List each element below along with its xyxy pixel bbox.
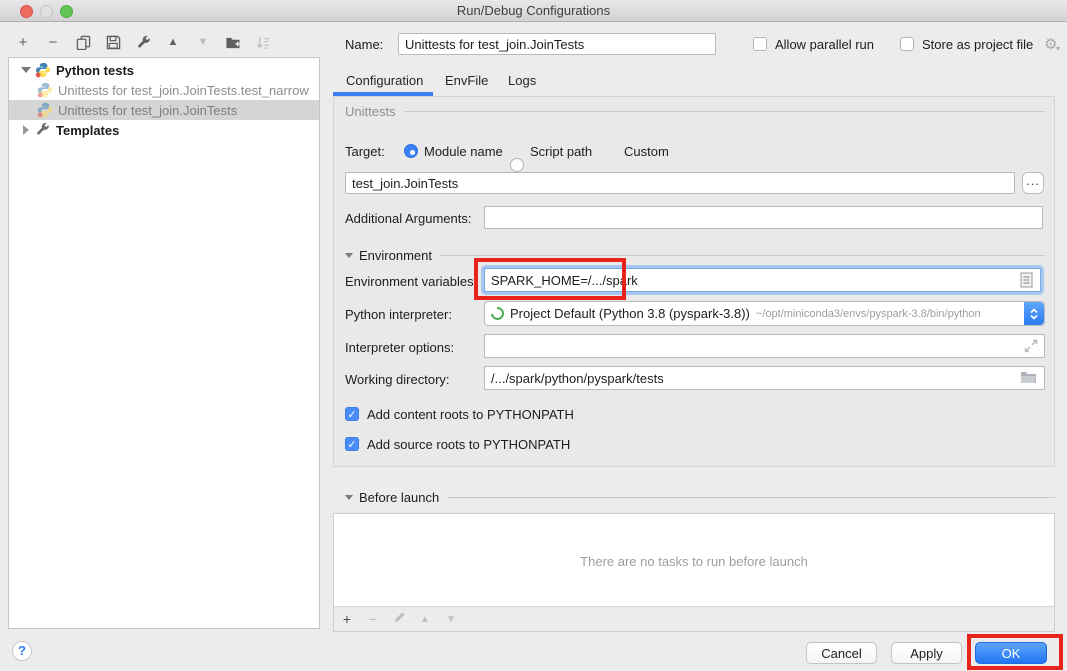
- edit-task-icon[interactable]: [386, 611, 412, 627]
- interpreter-options-label: Interpreter options:: [345, 340, 454, 355]
- help-button[interactable]: ?: [12, 641, 32, 661]
- tree-item-python-tests[interactable]: Python tests: [9, 60, 319, 80]
- environment-variables-label: Environment variables:: [345, 274, 477, 289]
- tree-item-label: Python tests: [56, 63, 134, 78]
- working-directory-label: Working directory:: [345, 372, 450, 387]
- ok-button[interactable]: OK: [975, 642, 1047, 664]
- window-titlebar: Run/Debug Configurations: [0, 0, 1067, 22]
- sort-configurations-icon[interactable]: [248, 34, 278, 51]
- tree-item-templates[interactable]: Templates: [9, 120, 319, 140]
- group-divider: [447, 497, 1055, 498]
- edit-templates-icon[interactable]: [128, 34, 158, 51]
- name-input[interactable]: [398, 33, 716, 55]
- allow-parallel-run-checkbox[interactable]: [753, 37, 767, 51]
- browse-button[interactable]: ...: [1022, 172, 1044, 194]
- before-launch-title: Before launch: [359, 490, 439, 505]
- tab-envfile[interactable]: EnvFile: [445, 73, 488, 88]
- edit-environment-variables-icon[interactable]: [1020, 272, 1033, 291]
- add-content-roots-label: Add content roots to PYTHONPATH: [367, 407, 574, 422]
- python-interpreter-select[interactable]: Project Default (Python 3.8 (pyspark-3.8…: [484, 301, 1045, 326]
- target-script-path-label: Script path: [530, 144, 592, 159]
- python-interpreter-label: Python interpreter:: [345, 307, 452, 322]
- move-up-button[interactable]: ▲: [158, 36, 188, 48]
- configurations-toolbar: + − ▲ ▼: [8, 31, 320, 53]
- additional-arguments-label: Additional Arguments:: [345, 211, 471, 226]
- before-launch-empty-text: There are no tasks to run before launch: [580, 554, 808, 569]
- save-configuration-icon[interactable]: [98, 34, 128, 51]
- store-as-project-file-checkbox[interactable]: [900, 37, 914, 51]
- folder-browse-icon[interactable]: [1020, 370, 1037, 387]
- python-test-icon: [37, 102, 53, 118]
- python-tests-icon: [35, 62, 51, 78]
- before-launch-toolbar: + − ▲ ▼: [334, 606, 1054, 631]
- remove-configuration-button[interactable]: −: [38, 34, 68, 51]
- window-title: Run/Debug Configurations: [0, 0, 1067, 22]
- target-script-path-radio[interactable]: [510, 158, 524, 172]
- python-test-icon: [37, 82, 53, 98]
- python-interpreter-path: ~/opt/miniconda3/envs/pyspark-3.8/bin/py…: [756, 308, 981, 320]
- interpreter-options-input[interactable]: [484, 334, 1045, 358]
- tree-item-label: Unittests for test_join.JoinTests: [58, 103, 237, 118]
- remove-task-button[interactable]: −: [360, 611, 386, 627]
- apply-button[interactable]: Apply: [891, 642, 962, 664]
- conda-env-icon: [488, 304, 506, 322]
- minimize-window-icon[interactable]: [40, 5, 53, 18]
- chevron-down-icon[interactable]: [21, 65, 31, 75]
- add-task-button[interactable]: +: [334, 611, 360, 627]
- group-divider: [440, 255, 1045, 256]
- copy-configuration-icon[interactable]: [68, 34, 98, 51]
- target-module-name-radio[interactable]: [404, 144, 418, 158]
- environment-variables-input[interactable]: [484, 268, 1041, 292]
- unittests-group-header: Unittests: [345, 104, 1045, 119]
- store-as-project-file-label: Store as project file: [922, 37, 1033, 52]
- gear-caret-down-icon: ▾: [1056, 44, 1060, 53]
- tree-item-label: Templates: [56, 123, 119, 138]
- templates-wrench-icon: [35, 122, 51, 138]
- expand-field-icon[interactable]: [1024, 339, 1038, 356]
- move-down-button[interactable]: ▼: [188, 36, 218, 48]
- target-module-name-label: Module name: [424, 144, 503, 159]
- new-folder-icon[interactable]: [218, 34, 248, 51]
- tab-logs[interactable]: Logs: [508, 73, 536, 88]
- unittests-group-title: Unittests: [345, 104, 396, 119]
- tree-item-unittests-jointests-selected[interactable]: Unittests for test_join.JoinTests: [9, 100, 319, 120]
- move-task-down-button[interactable]: ▼: [438, 614, 464, 625]
- close-window-icon[interactable]: [20, 5, 33, 18]
- working-directory-input[interactable]: [484, 366, 1045, 390]
- group-divider: [404, 111, 1045, 112]
- collapse-triangle-icon[interactable]: [345, 495, 353, 500]
- tree-item-unittests-narrow[interactable]: Unittests for test_join.JoinTests.test_n…: [9, 80, 319, 100]
- tab-configuration[interactable]: Configuration: [346, 73, 423, 88]
- select-stepper-icon[interactable]: [1024, 302, 1044, 325]
- collapse-triangle-icon[interactable]: [345, 253, 353, 258]
- target-label: Target:: [345, 144, 385, 159]
- python-interpreter-value: Project Default (Python 3.8 (pyspark-3.8…: [510, 306, 750, 321]
- move-task-up-button[interactable]: ▲: [412, 614, 438, 625]
- add-source-roots-label: Add source roots to PYTHONPATH: [367, 437, 570, 452]
- zoom-window-icon[interactable]: [60, 5, 73, 18]
- additional-arguments-input[interactable]: [484, 206, 1043, 229]
- before-launch-task-list: There are no tasks to run before launch …: [333, 513, 1055, 632]
- add-content-roots-checkbox[interactable]: ✓: [345, 407, 359, 421]
- chevron-right-icon[interactable]: [21, 125, 31, 135]
- allow-parallel-run-label: Allow parallel run: [775, 37, 874, 52]
- target-module-input[interactable]: [345, 172, 1015, 194]
- before-launch-section-header[interactable]: Before launch: [345, 490, 1055, 505]
- name-label: Name:: [345, 37, 383, 52]
- cancel-button[interactable]: Cancel: [806, 642, 877, 664]
- environment-section-title: Environment: [359, 248, 432, 263]
- environment-section-header[interactable]: Environment: [345, 248, 1045, 263]
- add-configuration-button[interactable]: +: [8, 34, 38, 51]
- tree-item-label: Unittests for test_join.JoinTests.test_n…: [58, 83, 309, 98]
- configurations-tree: Python tests Unittests for test_join.Joi…: [8, 57, 320, 629]
- target-custom-label: Custom: [624, 144, 669, 159]
- add-source-roots-checkbox[interactable]: ✓: [345, 437, 359, 451]
